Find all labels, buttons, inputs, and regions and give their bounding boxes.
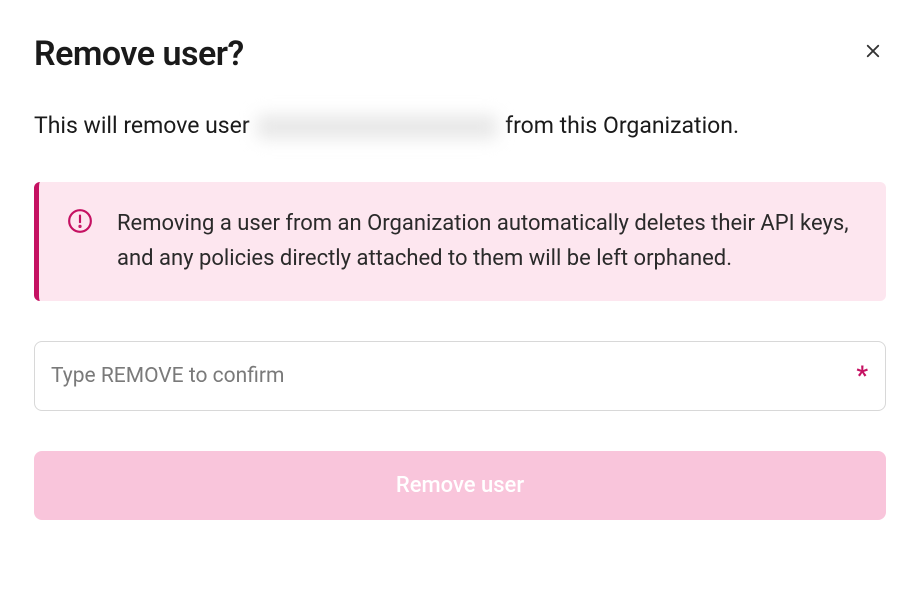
description-suffix: from this Organization.: [499, 112, 739, 139]
dialog-description: This will remove user from this Organiza…: [34, 110, 886, 142]
redacted-user-email: [257, 115, 497, 139]
remove-user-button[interactable]: Remove user: [34, 451, 886, 520]
alert-icon: [67, 208, 93, 238]
dialog-header: Remove user?: [34, 34, 886, 74]
warning-banner: Removing a user from an Organization aut…: [34, 182, 886, 300]
close-icon: [864, 42, 882, 63]
close-button[interactable]: [860, 38, 886, 67]
confirm-input[interactable]: [34, 341, 886, 411]
description-prefix: This will remove user: [34, 112, 255, 139]
warning-text: Removing a user from an Organization aut…: [117, 206, 858, 276]
dialog-title: Remove user?: [34, 34, 244, 74]
confirm-input-wrapper: *: [34, 341, 886, 411]
